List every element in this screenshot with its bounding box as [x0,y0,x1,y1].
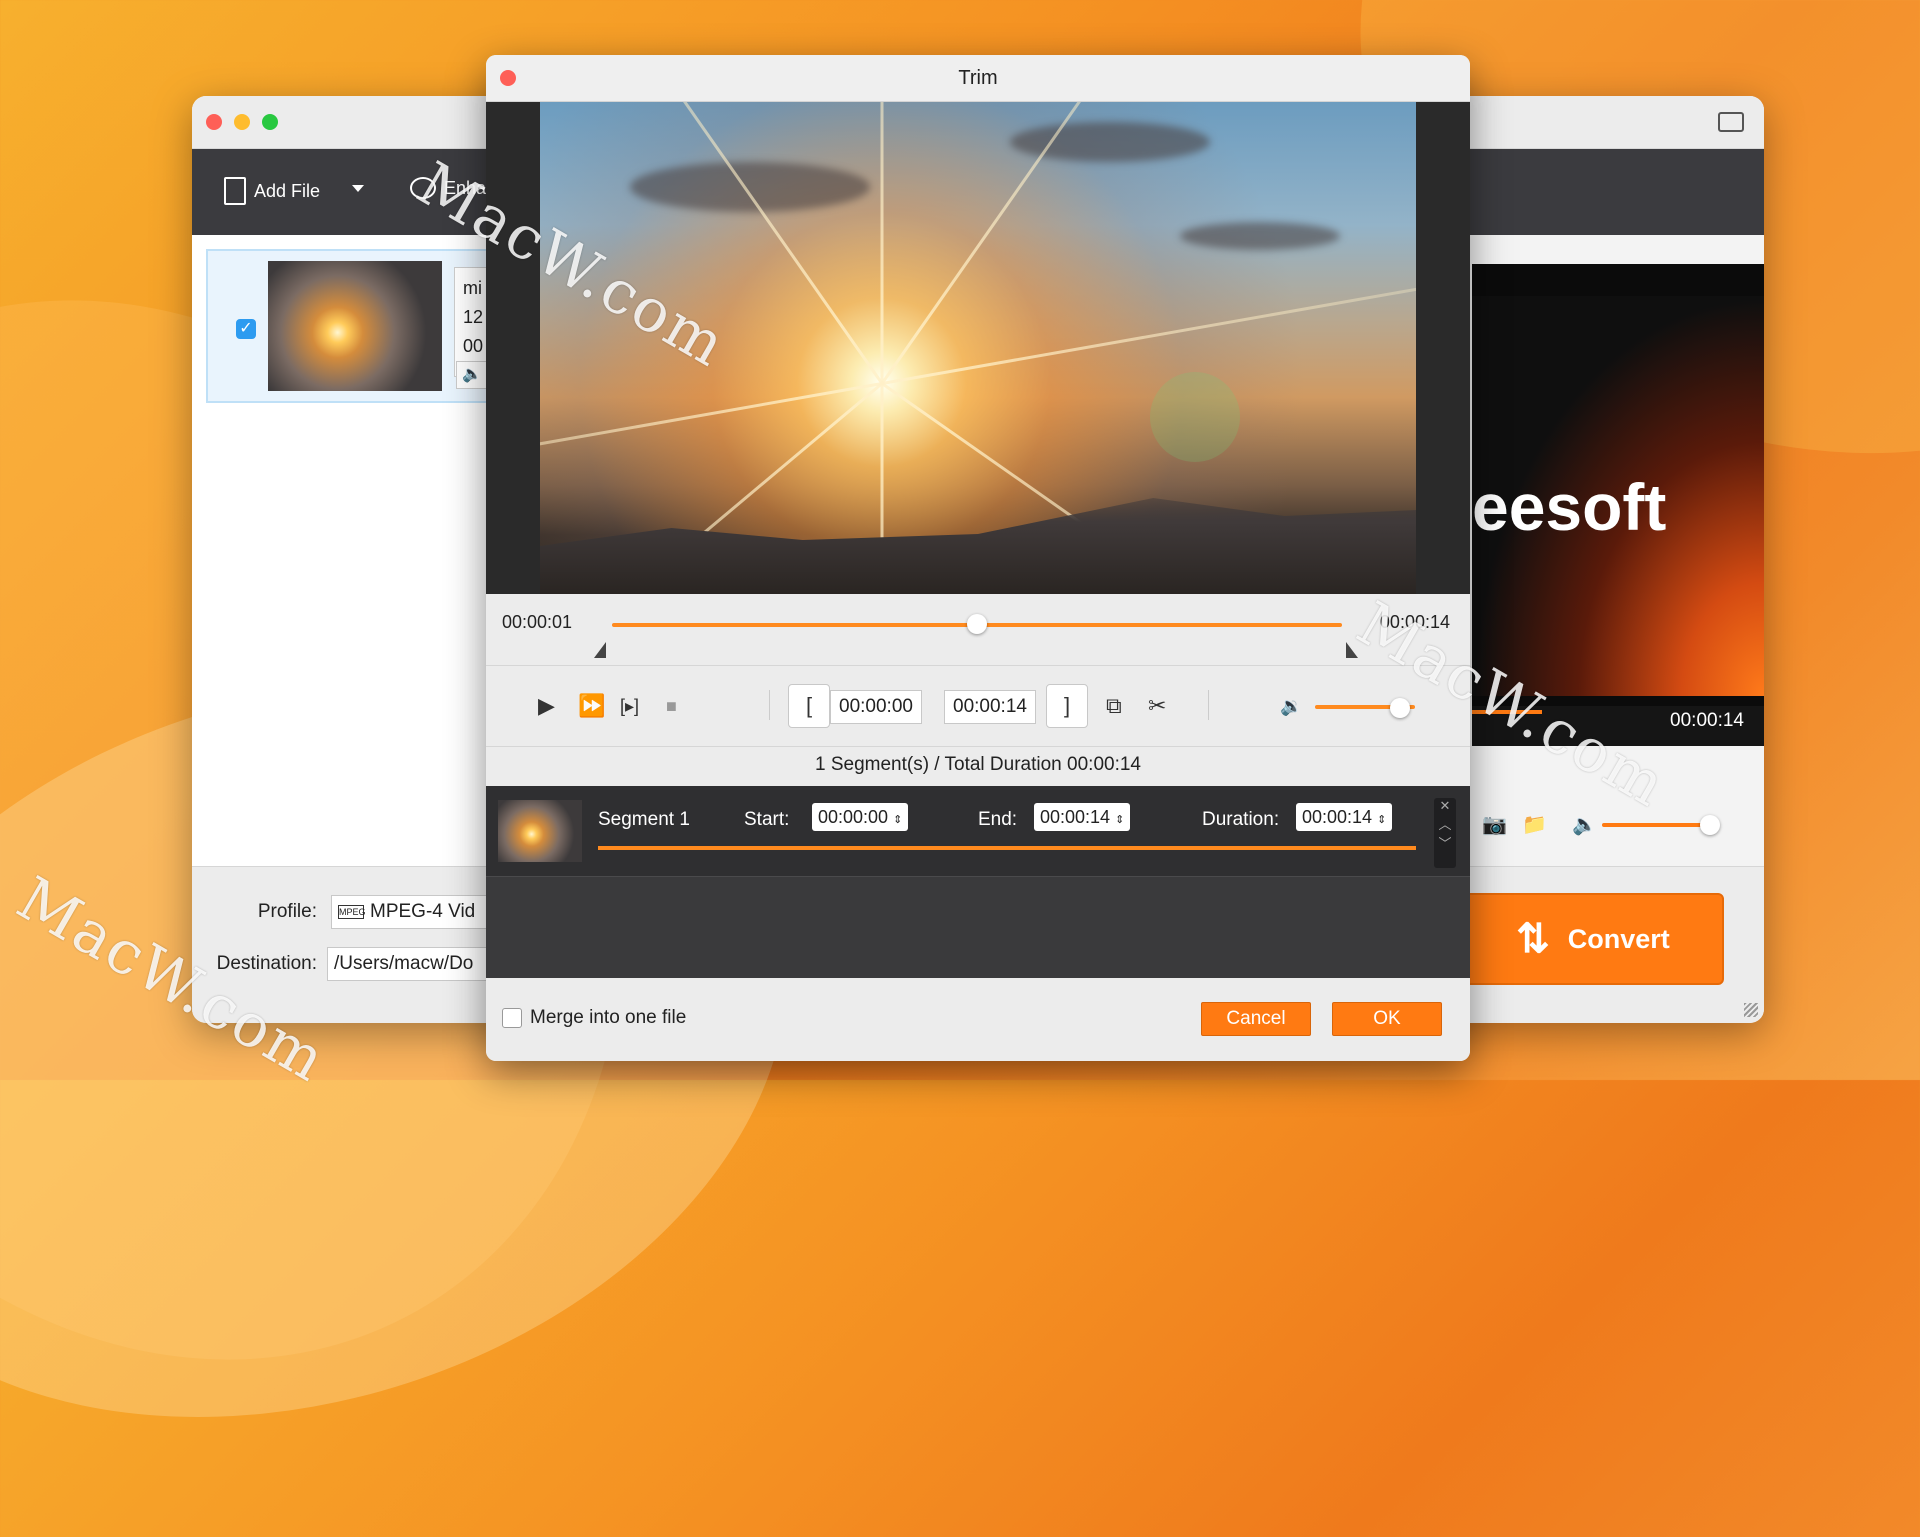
divider [769,690,770,720]
start-time-field[interactable]: 00:00:00 [830,690,922,724]
add-file-label: Add File [254,180,321,201]
video-frame [540,102,1416,594]
preview-progress-bar: 00:00:14 [1472,706,1764,746]
cancel-button[interactable]: Cancel [1201,1002,1311,1036]
segment-duration-label: Duration: [1202,809,1280,830]
merge-checkbox[interactable] [502,1008,522,1028]
playhead-knob[interactable] [967,614,987,634]
volume-icon[interactable]: 🔉 [1280,692,1302,720]
lens-flare [1150,372,1240,462]
preview-progress-fill [1472,710,1542,714]
set-end-button[interactable]: ] [1046,684,1088,728]
end-time-field[interactable]: 00:00:14 [944,690,1036,724]
feedback-icon[interactable] [1718,112,1744,132]
segment-end-label: End: [978,809,1018,830]
merge-label: Merge into one file [530,1007,687,1028]
total-time: 00:00:14 [1379,612,1450,632]
file-duration: 00 [463,336,484,356]
file-thumbnail [268,261,442,391]
start-trim-handle[interactable] [594,642,606,658]
minimize-window-button[interactable] [234,114,250,130]
convert-button[interactable]: ⇅ Convert [1462,893,1724,985]
destination-field[interactable]: /Users/macw/Do [327,947,511,981]
segment-duration-value: 00:00:14 [1302,807,1373,827]
close-window-button[interactable] [206,114,222,130]
file-list-item[interactable]: ✓ mi 12 00 🔈 [206,249,496,403]
add-segment-icon[interactable]: ⧉ [1106,692,1122,720]
file-checkbox[interactable]: ✓ [236,319,256,339]
preview-volume-slider[interactable] [1602,823,1707,827]
divider [1208,690,1209,720]
profile-select[interactable]: MPEG MPEG-4 Vid [331,895,511,929]
mpeg-icon: MPEG [338,904,366,919]
profile-value: MPEG-4 Vid [370,901,476,922]
add-file-button[interactable]: Add File [224,177,320,205]
camera-icon[interactable]: 📷 [1482,812,1507,837]
sun-ray [540,382,882,542]
trim-controls: ▶ ⏩ [▸] ■ [ 00:00:00 00:00:14 ] ⧉ ✂ 🔉 [486,665,1470,747]
segment-list: Segment 1 Start: 00:00:00 ⇕ End: 00:00:1… [486,786,1470,978]
preview-brand-text: eesoft [1472,470,1667,544]
sun-ray [880,102,884,384]
preview-volume-knob[interactable] [1700,815,1720,835]
fast-forward-icon[interactable]: ⏩ [578,692,605,720]
split-icon[interactable]: ✂ [1148,692,1166,720]
trim-dialog: Trim 00:00:01 00:00:14 ▶ ⏩ [▸] ■ [00:00… [486,55,1470,1061]
hills [540,498,1416,594]
zoom-window-button[interactable] [262,114,278,130]
preview-panel: eesoft 00:00:14 [1472,264,1764,746]
enhance-label: Enha [444,177,487,198]
cloud [630,162,870,212]
remove-segment-icon[interactable]: ✕ [1434,798,1456,814]
convert-label: Convert [1567,923,1670,954]
audio-track-icon[interactable]: 🔈 [456,361,488,389]
trim-timeline: 00:00:01 00:00:14 [486,594,1470,658]
preview-time: 00:00:14 [1670,710,1744,731]
file-name: mi [463,278,482,298]
segment-summary: 1 Segment(s) / Total Duration 00:00:14 [814,754,1141,775]
sun-ray [881,226,1416,386]
segment-duration-field[interactable]: 00:00:14 ⇕ [1296,803,1393,831]
segment-progress-bar [598,846,1416,850]
segment-actions: ✕ ︿ ﹀ [1434,798,1456,868]
convert-icon: ⇅ [1516,917,1550,961]
current-time: 00:00:01 [502,612,573,632]
end-trim-handle[interactable] [1346,642,1358,658]
ok-button[interactable]: OK [1332,1002,1442,1036]
cloud [1180,222,1340,250]
play-segment-icon[interactable]: [▸] [620,692,639,720]
segment-name: Segment 1 [598,809,690,830]
segment-end-field[interactable]: 00:00:14 ⇕ [1034,803,1131,831]
close-dialog-button[interactable] [500,70,516,86]
trim-titlebar: Trim [486,55,1470,102]
volume-icon[interactable]: 🔈 [1572,812,1597,837]
file-resolution: 12 [463,307,484,327]
profile-label: Profile: [257,901,317,922]
volume-knob[interactable] [1390,698,1410,718]
segment-start-label: Start: [744,809,790,830]
enhance-button[interactable]: Enha [410,177,486,199]
add-file-dropdown-icon[interactable] [352,185,364,192]
segment-end-value: 00:00:14 [1040,807,1111,827]
move-down-icon[interactable]: ﹀ [1434,833,1456,852]
resize-grip[interactable] [1744,1003,1758,1017]
trim-footer: Merge into one file Cancel OK [486,978,1470,1061]
palette-icon [410,177,436,199]
add-file-icon [224,177,246,205]
preview-controls: 📷 📁 🔈 [1472,806,1764,846]
sun-ray [540,102,883,385]
set-start-button[interactable]: [ [788,684,830,728]
file-list: ✓ mi 12 00 🔈 [192,235,496,955]
video-area [486,102,1470,594]
stop-icon[interactable]: ■ [666,692,677,720]
move-up-icon[interactable]: ︿ [1434,814,1456,833]
destination-label: Destination: [216,953,317,974]
segment-start-value: 00:00:00 [818,807,889,827]
folder-icon[interactable]: 📁 [1522,812,1547,837]
play-icon[interactable]: ▶ [538,692,555,720]
segment-thumbnail [498,800,582,862]
dialog-title: Trim [958,67,998,89]
segment-row[interactable]: Segment 1 Start: 00:00:00 ⇕ End: 00:00:1… [486,786,1470,877]
segment-start-field[interactable]: 00:00:00 ⇕ [812,803,909,831]
